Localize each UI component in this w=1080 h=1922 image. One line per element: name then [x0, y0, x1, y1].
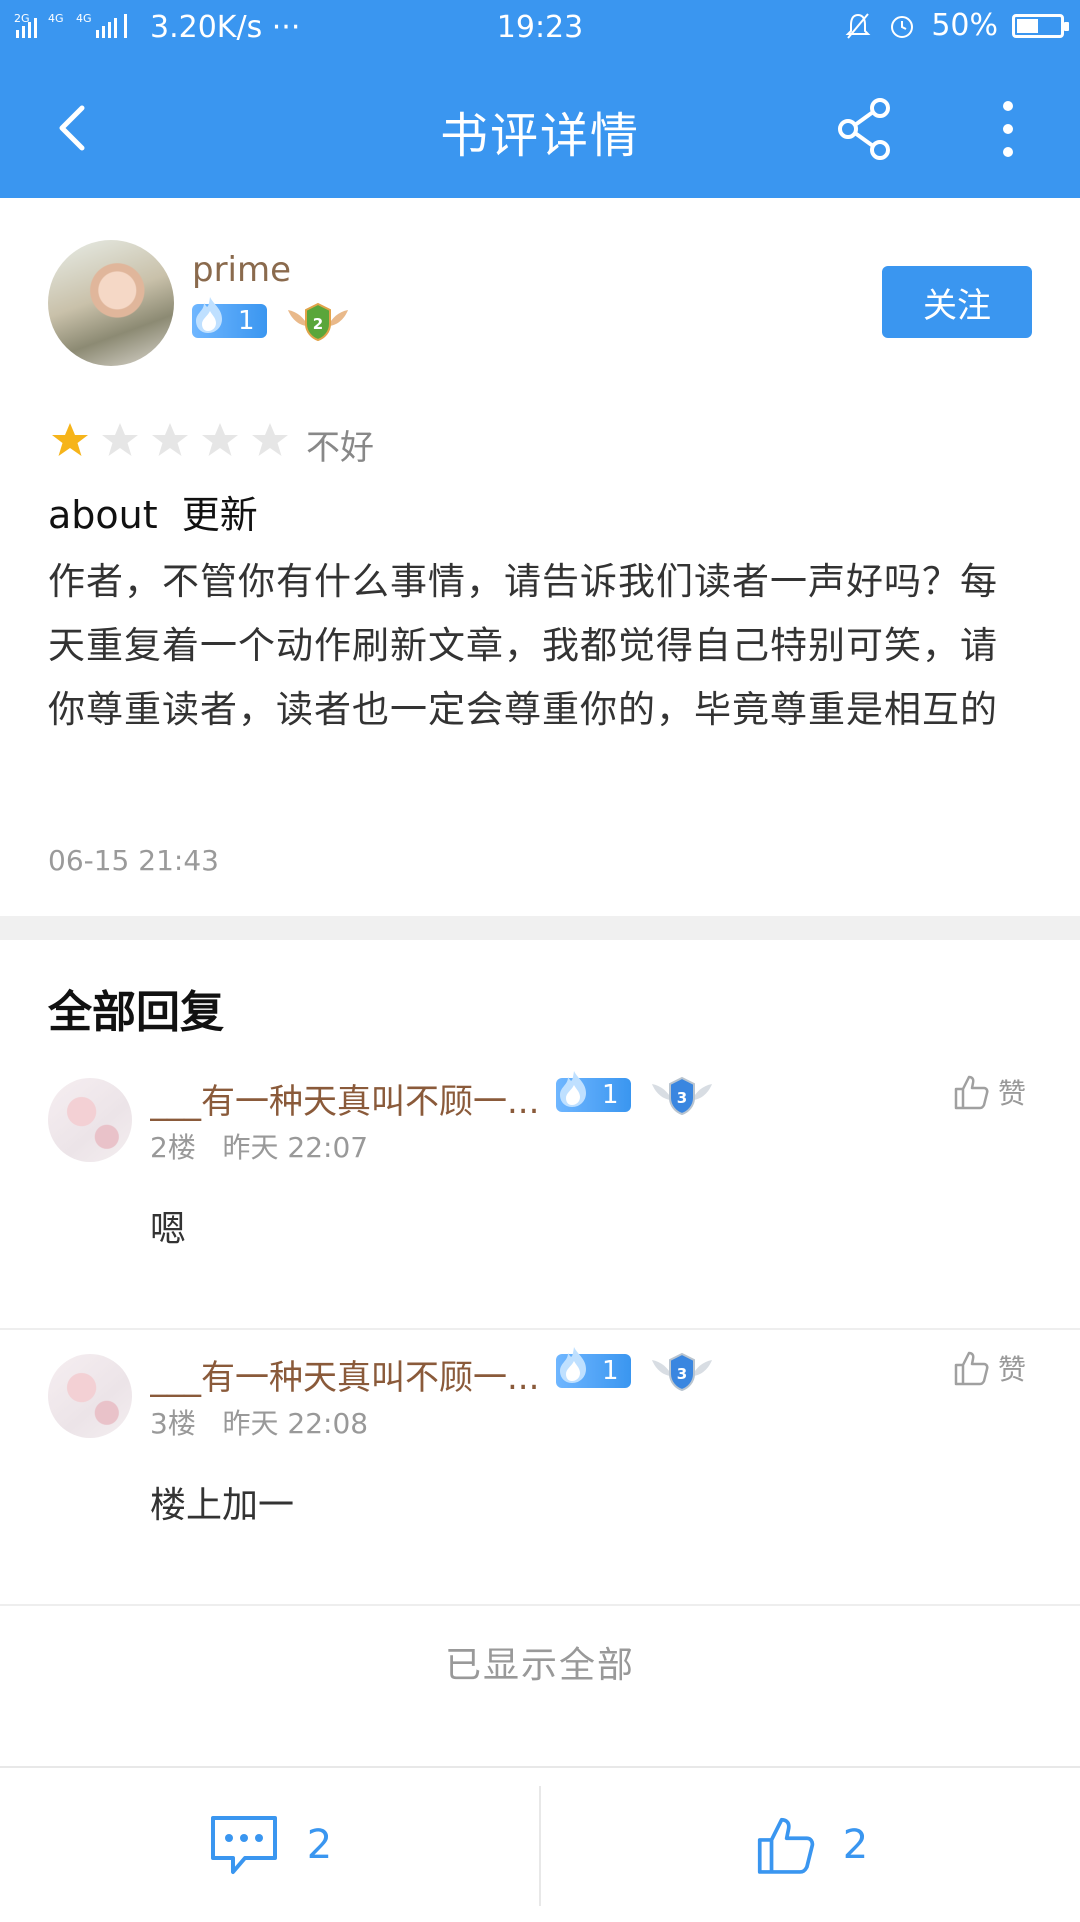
- star-empty-icon: [152, 423, 188, 456]
- rating-stars: [50, 420, 290, 460]
- medal-number: 2: [313, 315, 323, 333]
- alarm-icon: [891, 15, 914, 38]
- like-label: 赞: [998, 1077, 1027, 1110]
- reply-meta: 2楼 昨天 22:07: [150, 1131, 369, 1164]
- like-button[interactable]: 2: [541, 1768, 1080, 1922]
- reply-username[interactable]: ___有一种天真叫不顾一...: [150, 1074, 540, 1123]
- rating-text: 不好: [306, 428, 374, 468]
- star-empty-icon: [202, 423, 238, 456]
- status-right: 50%: [843, 8, 1069, 43]
- flame-icon: [560, 1347, 586, 1383]
- star-empty-icon: [102, 423, 138, 456]
- level-badge: 1: [556, 1071, 631, 1112]
- like-label: 赞: [998, 1353, 1027, 1386]
- flame-icon: [560, 1071, 586, 1107]
- reply-avatar[interactable]: [48, 1354, 132, 1438]
- share-icon[interactable]: [830, 94, 900, 164]
- reply-content: 嗯: [150, 1209, 187, 1250]
- page-title: 书评详情: [439, 108, 640, 164]
- bottom-bar: 2 2: [0, 1766, 1080, 1922]
- section-divider: [0, 916, 1080, 940]
- level-number: 1: [602, 1356, 619, 1386]
- reply-meta: 3楼 昨天 22:08: [150, 1407, 369, 1440]
- review-title: about 更新: [48, 493, 258, 537]
- status-bar: 2G 4G 4G 3.20K/s ··· 19:23 50%: [0, 0, 1080, 58]
- level-badge: 1: [192, 297, 267, 338]
- author-name[interactable]: prime: [192, 250, 291, 290]
- thumb-up-icon: [954, 1075, 989, 1110]
- thumb-up-icon: [757, 1817, 814, 1874]
- reply-avatar[interactable]: [48, 1078, 132, 1162]
- reply-item: ___有一种天真叫不顾一... 1 3 3楼 昨天 22:08 赞 楼上加一: [0, 1330, 1080, 1606]
- comment-bubble-icon: [210, 1816, 277, 1874]
- medal-number: 3: [677, 1365, 687, 1383]
- review-card: prime 1 2 关注 不好 about 更新 作者，不管你有什么事情，请告诉…: [0, 198, 1080, 916]
- medal-number: 3: [677, 1089, 687, 1107]
- comment-count: 2: [306, 1822, 333, 1868]
- all-shown-text: 已显示全部: [444, 1645, 635, 1686]
- more-vertical-icon[interactable]: [990, 94, 1026, 164]
- level-number: 1: [238, 306, 255, 336]
- reply-content: 楼上加一: [150, 1485, 295, 1526]
- mute-bell-icon: [845, 12, 871, 39]
- author-avatar[interactable]: [48, 240, 174, 366]
- level-badge: 1: [556, 1347, 631, 1388]
- level-number: 1: [602, 1080, 619, 1110]
- app-bar: 书评详情: [0, 58, 1080, 198]
- star-empty-icon: [252, 423, 288, 456]
- reply-like-button[interactable]: 赞: [952, 1072, 1026, 1112]
- flame-icon: [196, 297, 222, 333]
- like-count: 2: [842, 1822, 869, 1868]
- review-time: 06-15 21:43: [48, 844, 219, 877]
- comment-button[interactable]: 2: [0, 1768, 539, 1922]
- replies-heading: 全部回复: [48, 987, 224, 1038]
- medal-wings-icon: 3: [652, 1076, 712, 1116]
- reply-username[interactable]: ___有一种天真叫不顾一...: [150, 1350, 540, 1399]
- battery-percent: 50%: [931, 8, 998, 43]
- medal-wings-icon: 2: [288, 302, 348, 342]
- thumb-up-icon: [954, 1351, 989, 1386]
- battery-icon: [1012, 13, 1069, 38]
- medal-wings-icon: 3: [652, 1352, 712, 1392]
- reply-like-button[interactable]: 赞: [952, 1348, 1026, 1388]
- reply-item: ___有一种天真叫不顾一... 1 3 2楼 昨天 22:07 赞 嗯: [0, 1054, 1080, 1330]
- follow-button[interactable]: 关注: [882, 266, 1032, 338]
- star-filled-icon: [52, 423, 88, 456]
- review-body: 作者，不管你有什么事情，请告诉我们读者一声好吗？每天重复着一个动作刷新文章，我都…: [48, 560, 998, 731]
